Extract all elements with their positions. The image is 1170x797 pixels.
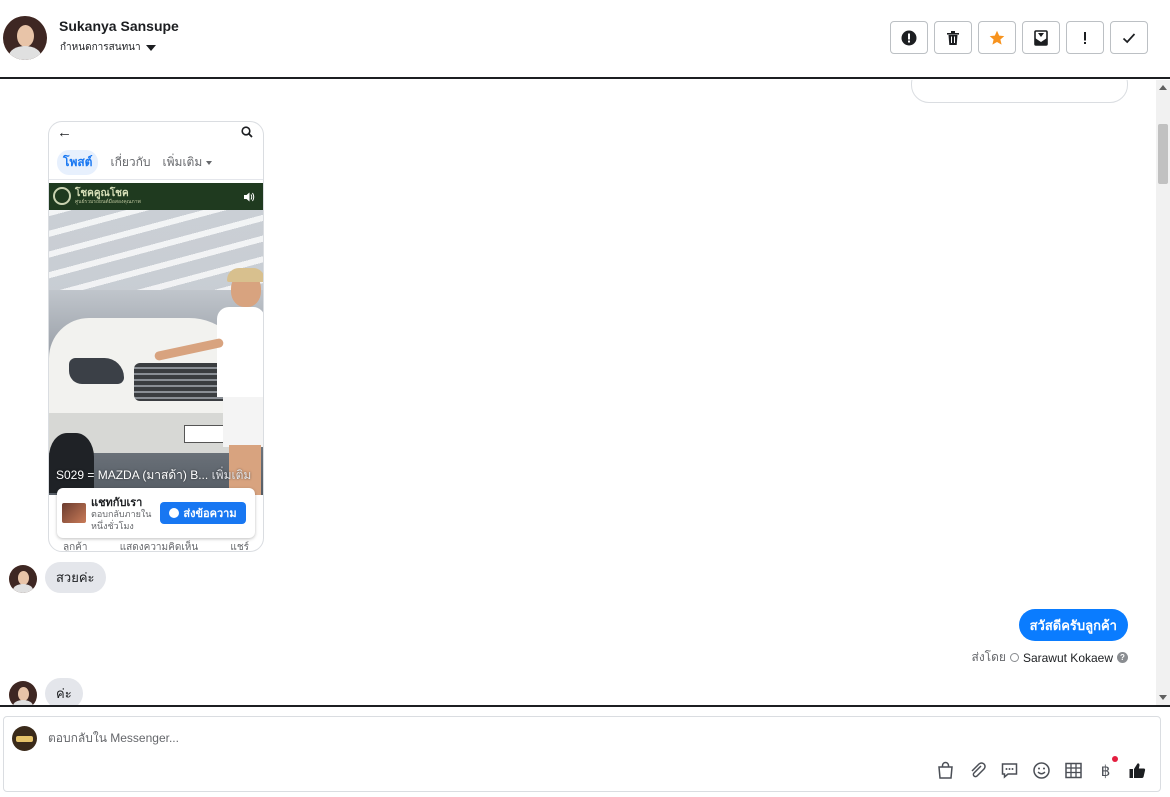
post-tabs: โพสต์ เกี่ยวกับ เพิ่มเติม [49, 146, 263, 180]
thumbs-up-icon[interactable] [1128, 761, 1147, 780]
send-message-label: ส่งข้อความ [183, 508, 237, 520]
post-video: โชคคูณโชค ศูนย์รวมรถยนต์มือสองคุณภาพ S02… [49, 183, 263, 495]
car-headlight [69, 358, 124, 384]
message-list[interactable]: ← โพสต์ เกี่ยวกับ เพิ่มเติม โชคคูณโชค ศู… [0, 80, 1170, 705]
check-icon [1122, 32, 1136, 43]
reply-composer: ฿ [3, 716, 1161, 792]
incoming-message: สวยค่ะ [45, 562, 106, 593]
contact-avatar[interactable] [3, 16, 47, 60]
post-bottom-tab: แสดงความคิดเห็น [119, 542, 199, 552]
brand-tagline: ศูนย์รวมรถยนต์มือสองคุณภาพ [75, 199, 141, 205]
scroll-thumb[interactable] [1158, 124, 1168, 184]
person-shorts [223, 397, 263, 447]
page-avatar [12, 726, 37, 751]
emoji-icon[interactable] [1032, 761, 1051, 780]
chat-response-time: ตอบกลับภายในหนึ่งชั่วโมง [91, 509, 152, 531]
sent-by-label: ส่งโดย [971, 650, 1006, 664]
saved-reply-icon[interactable] [1000, 761, 1019, 780]
speaker-icon [244, 192, 255, 202]
table-icon[interactable] [1064, 761, 1083, 780]
post-tab-about: เกี่ยวกับ [110, 155, 151, 169]
person-shirt [217, 307, 263, 397]
contact-avatar-small [9, 565, 37, 593]
post-tab-more-label: เพิ่มเติม [162, 155, 203, 169]
baht-symbol: ฿ [1100, 762, 1111, 780]
follow-up-button[interactable] [1066, 21, 1104, 54]
conversation-toolbar [890, 21, 1148, 54]
mark-unread-button[interactable] [1022, 21, 1060, 54]
paperclip-icon[interactable] [968, 761, 987, 780]
caret-down-icon [145, 44, 156, 51]
post-bottom-tab: ลูกค้า [63, 542, 88, 552]
composer-divider [0, 705, 1170, 707]
contact-avatar-small [9, 681, 37, 705]
delete-button[interactable] [934, 21, 972, 54]
notification-dot [1112, 756, 1118, 762]
brand-logo [53, 187, 71, 205]
license-plate [184, 425, 224, 443]
caret-down-icon [206, 160, 213, 165]
shared-post-card[interactable]: ← โพสต์ เกี่ยวกับ เพิ่มเติม โชคคูณโชค ศู… [48, 121, 264, 552]
alert-circle-icon [901, 30, 917, 45]
message-scrollbar[interactable] [1156, 80, 1170, 705]
star-icon [989, 30, 1005, 45]
shopping-bag-icon[interactable] [936, 761, 955, 780]
inbox-conversation-view: Sukanya Sansupe กำหนดการสนทนา ← โพสต์ เก… [0, 0, 1170, 797]
chat-with-us-panel: แชทกับเรา ตอบกลับภายในหนึ่งชั่วโมง ส่งข้… [57, 488, 255, 538]
exclamation-icon [1084, 31, 1086, 44]
post-bottom-tabs: ลูกค้า แสดงความคิดเห็น แชร์ [49, 540, 263, 552]
car-grille [134, 363, 229, 401]
post-tab-posts: โพสต์ [57, 150, 99, 175]
chat-thumbnail [62, 503, 86, 523]
composer-actions: ฿ [936, 756, 1147, 780]
scroll-up-icon[interactable] [1159, 85, 1167, 90]
outgoing-message: สวัสดีครับลูกค้า [1018, 609, 1128, 641]
mark-done-button[interactable] [1110, 21, 1148, 54]
page-brand-banner: โชคคูณโชค ศูนย์รวมรถยนต์มือสองคุณภาพ [49, 183, 263, 210]
scroll-down-icon[interactable] [1159, 695, 1167, 700]
post-caption-more: เพิ่มเติม [211, 468, 252, 482]
post-caption-text: S029 = MAZDA (มาสด้า) B... [56, 468, 209, 482]
assign-label: กำหนดการสนทนา [60, 42, 141, 53]
incoming-message: ค่ะ [45, 678, 83, 705]
post-bottom-tab: แชร์ [230, 542, 249, 552]
search-icon [241, 126, 253, 138]
back-arrow-icon: ← [57, 124, 72, 141]
trash-icon [947, 30, 959, 45]
verified-icon [1009, 653, 1019, 662]
sent-by-agent: Sarawut Kokaew [1022, 650, 1113, 665]
person-cap [227, 268, 263, 282]
help-icon[interactable]: ? [1117, 652, 1128, 663]
messenger-icon [169, 508, 180, 518]
spam-button[interactable] [890, 21, 928, 54]
conversation-header: Sukanya Sansupe กำหนดการสนทนา [0, 0, 1170, 79]
send-message-button[interactable]: ส่งข้อความ [160, 502, 246, 524]
contact-name[interactable]: Sukanya Sansupe [59, 18, 179, 34]
baht-icon[interactable]: ฿ [1096, 756, 1118, 780]
post-tab-more: เพิ่มเติม [163, 153, 213, 172]
reply-input[interactable] [48, 731, 848, 745]
envelope-icon [1034, 29, 1048, 46]
sent-by-info: ส่งโดย Sarawut Kokaew ? [971, 648, 1128, 667]
star-button[interactable] [978, 21, 1016, 54]
post-caption: S029 = MAZDA (มาสด้า) B... เพิ่มเติม [56, 466, 251, 485]
previous-outgoing-bubble [911, 80, 1128, 103]
assign-conversation-dropdown[interactable]: กำหนดการสนทนา [60, 40, 156, 55]
post-top-bar: ← [49, 122, 263, 144]
